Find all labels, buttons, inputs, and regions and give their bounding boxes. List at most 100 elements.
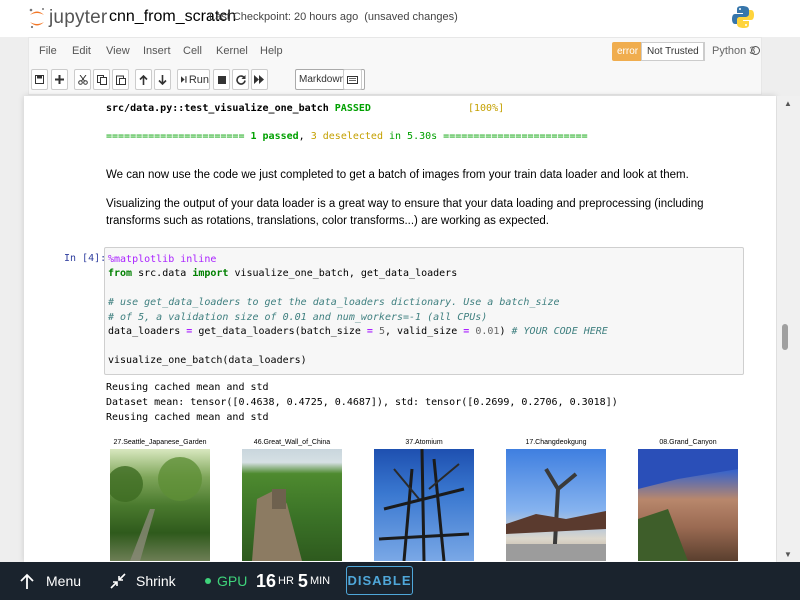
kernel-name[interactable]: Python 3 bbox=[712, 45, 755, 57]
save-icon bbox=[35, 75, 44, 84]
save-button[interactable] bbox=[31, 69, 48, 90]
summary-bar-left: ======================= bbox=[106, 131, 251, 142]
toolbar: Run Markdown ▾ bbox=[28, 64, 762, 95]
kernel-divider bbox=[703, 43, 704, 60]
code-cell-editor[interactable]: %matplotlib inline from src.data import … bbox=[104, 247, 744, 375]
wall-photo-icon bbox=[252, 489, 302, 561]
keyboard-icon bbox=[347, 75, 358, 84]
checkpoint-text: Last Checkpoint: 20 hours ago bbox=[209, 11, 359, 23]
move-down-button[interactable] bbox=[154, 69, 171, 90]
image-atomium bbox=[374, 449, 474, 561]
cell-output: Reusing cached mean and std Dataset mean:… bbox=[106, 380, 618, 425]
paste-button[interactable] bbox=[112, 69, 129, 90]
cut-button[interactable] bbox=[74, 69, 91, 90]
jupyter-icon bbox=[29, 8, 44, 29]
markdown-paragraph-1: We can now use the code we just complete… bbox=[106, 169, 689, 181]
menu-kernel[interactable]: Kernel bbox=[216, 45, 248, 57]
arrow-down-icon bbox=[158, 74, 167, 85]
garden-photo-icon bbox=[110, 457, 202, 561]
menu-file[interactable]: File bbox=[39, 45, 57, 57]
arrow-up-icon bbox=[139, 74, 148, 85]
summary-separator: , bbox=[298, 131, 311, 142]
menu-button[interactable]: Menu bbox=[20, 562, 81, 600]
plus-icon bbox=[55, 75, 64, 84]
summary-bar-right: in 5.30s ======================== bbox=[382, 131, 588, 142]
menu-insert[interactable]: Insert bbox=[143, 45, 171, 57]
input-prompt: In [4]: bbox=[64, 253, 107, 264]
cell-type-value: Markdown bbox=[299, 74, 346, 85]
menu-edit[interactable]: Edit bbox=[72, 45, 91, 57]
image-grand-canyon bbox=[638, 449, 738, 561]
workspace-bottom-bar: Menu Shrink GPU 16 HR 5 MIN DISABLE bbox=[0, 562, 800, 600]
image-caption: 37.Atomium bbox=[405, 439, 443, 446]
minutes-unit: MIN bbox=[309, 575, 331, 587]
jupyter-logo[interactable]: jupyter bbox=[28, 5, 107, 31]
scissors-icon bbox=[77, 74, 88, 85]
shrink-icon bbox=[110, 573, 126, 589]
scrollbar-thumb[interactable] bbox=[782, 324, 788, 350]
gpu-status-dot-icon bbox=[205, 578, 211, 584]
shrink-label: Shrink bbox=[136, 573, 176, 589]
unsaved-changes-text: (unsaved changes) bbox=[364, 11, 458, 23]
checkpoint-status: Last Checkpoint: 20 hours ago (unsaved ch… bbox=[209, 11, 458, 23]
gpu-status: GPU bbox=[205, 562, 247, 600]
pytest-result-line: src/data.py::test_visualize_one_batch PA… bbox=[106, 103, 504, 114]
command-palette-button[interactable] bbox=[343, 69, 362, 90]
run-button[interactable]: Run bbox=[177, 69, 210, 90]
summary-deselected: 3 deselected bbox=[310, 131, 383, 142]
disable-gpu-button[interactable]: DISABLE bbox=[346, 566, 413, 595]
scroll-up-icon[interactable]: ▲ bbox=[784, 99, 792, 108]
copy-button[interactable] bbox=[93, 69, 110, 90]
code-content: %matplotlib inline from src.data import … bbox=[108, 254, 608, 366]
interrupt-button[interactable] bbox=[213, 69, 230, 90]
not-trusted-button[interactable]: Not Trusted bbox=[641, 42, 705, 61]
markdown-paragraph-2: Visualizing the output of your data load… bbox=[106, 198, 704, 227]
summary-passed: 1 passed bbox=[250, 131, 299, 142]
notebook-header: jupyter cnn_from_scratch Last Checkpoint… bbox=[0, 0, 800, 37]
image-great-wall-of-china bbox=[242, 449, 342, 561]
restart-button[interactable] bbox=[232, 69, 249, 90]
jupyter-wordmark: jupyter bbox=[49, 7, 108, 28]
copy-icon bbox=[96, 74, 107, 85]
stop-icon bbox=[217, 75, 226, 84]
canyon-photo-icon bbox=[638, 449, 738, 561]
image-caption: 17.Changdeokgung bbox=[525, 439, 587, 446]
restart-run-all-button[interactable] bbox=[251, 69, 268, 90]
vertical-scrollbar[interactable]: ▲ ▼ bbox=[777, 96, 800, 562]
pytest-summary-line: ======================= 1 passed, 3 dese… bbox=[106, 131, 588, 142]
palace-photo-icon bbox=[506, 467, 606, 561]
scroll-down-icon[interactable]: ▼ bbox=[784, 550, 792, 559]
menu-help[interactable]: Help bbox=[260, 45, 283, 57]
image-caption: 08.Grand_Canyon bbox=[659, 439, 717, 446]
output-line: Dataset mean: tensor([0.4638, 0.4725, 0.… bbox=[106, 397, 618, 408]
output-line: Reusing cached mean and std bbox=[106, 412, 269, 423]
gpu-label: GPU bbox=[217, 573, 248, 589]
gpu-time-remaining: 16 HR 5 MIN bbox=[256, 562, 334, 600]
step-forward-icon bbox=[181, 76, 187, 83]
pytest-percent: [100%] bbox=[468, 103, 505, 114]
fast-forward-icon bbox=[254, 75, 264, 84]
pytest-passed-label: PASSED bbox=[334, 103, 371, 114]
image-seattle-japanese-garden bbox=[110, 449, 210, 561]
pytest-test-name: src/data.py::test_visualize_one_batch bbox=[106, 103, 335, 114]
hours-value: 16 bbox=[256, 570, 277, 591]
hours-unit: HR bbox=[278, 575, 294, 587]
shrink-button[interactable]: Shrink bbox=[110, 562, 176, 600]
move-up-button[interactable] bbox=[135, 69, 152, 90]
paste-icon bbox=[115, 75, 126, 85]
insert-cell-button[interactable] bbox=[51, 69, 68, 90]
arrow-up-icon bbox=[20, 573, 34, 589]
menu-view[interactable]: View bbox=[106, 45, 130, 57]
menubar: File Edit View Insert Cell Kernel Help e… bbox=[28, 37, 762, 64]
restart-icon bbox=[235, 74, 246, 85]
kernel-idle-icon bbox=[751, 46, 760, 55]
minutes-value: 5 bbox=[297, 570, 308, 591]
atomium-photo-icon bbox=[378, 449, 470, 561]
image-changdeokgung bbox=[506, 449, 606, 561]
menu-cell[interactable]: Cell bbox=[183, 45, 202, 57]
kernel-error-badge[interactable]: error bbox=[612, 42, 644, 61]
run-label: Run bbox=[188, 73, 209, 86]
menu-label: Menu bbox=[46, 573, 82, 589]
python-logo-icon bbox=[732, 6, 754, 28]
image-caption: 46.Great_Wall_of_China bbox=[253, 439, 331, 446]
